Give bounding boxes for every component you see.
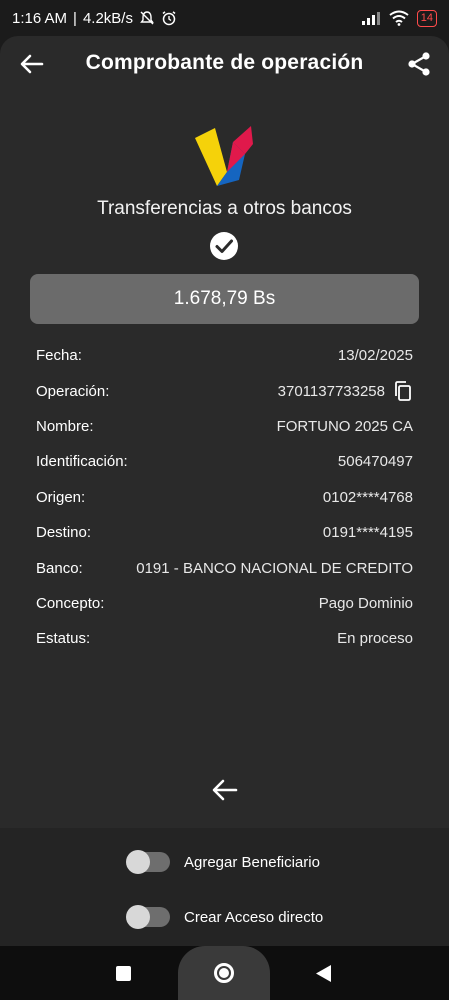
detail-value-group: 3701137733258 — [278, 381, 413, 401]
network-speed: 4.2kB/s — [82, 9, 133, 27]
add-beneficiary-toggle[interactable] — [126, 850, 170, 874]
home-button[interactable] — [178, 946, 270, 1000]
detail-value: Pago Dominio — [318, 594, 413, 612]
signal-icon — [361, 12, 380, 25]
status-separator: | — [73, 9, 77, 27]
create-shortcut-toggle[interactable] — [126, 905, 170, 929]
detail-label: Operación: — [36, 382, 110, 400]
detail-value: 13/02/2025 — [337, 347, 413, 365]
status-bar: 1:16 AM | 4.2kB/s 14 — [0, 0, 449, 36]
share-icon[interactable] — [405, 50, 433, 78]
detail-label: Destino: — [36, 524, 92, 542]
detail-value: FORTUNO 2025 CA — [276, 417, 413, 435]
recents-button[interactable] — [116, 966, 131, 981]
wifi-icon — [389, 10, 409, 26]
bank-logo — [195, 126, 253, 186]
detail-label: Identificación: — [36, 453, 128, 471]
add-beneficiary-option[interactable]: Agregar Beneficiario — [126, 850, 320, 874]
detail-label: Concepto: — [36, 594, 105, 612]
muted-alarm-icon — [140, 11, 154, 25]
amount-box: 1.678,79 Bs — [30, 274, 419, 324]
detail-row-origen: Origen: 0102****4768 — [36, 480, 413, 515]
detail-value: 0102****4768 — [322, 488, 413, 506]
detail-row-operacion: Operación: 3701137733258 — [36, 373, 413, 408]
detail-label: Fecha: — [36, 347, 82, 365]
detail-label: Nombre: — [36, 417, 94, 435]
receipt-screen: Comprobante de operación Transferencias … — [0, 36, 449, 828]
detail-label: Estatus: — [36, 630, 91, 648]
amount-value: 1.678,79 Bs — [173, 288, 276, 309]
top-app-bar: Comprobante de operación — [0, 36, 449, 92]
detail-row-concepto: Concepto: Pago Dominio — [36, 586, 413, 621]
detail-row-destino: Destino: 0191****4195 — [36, 515, 413, 550]
detail-row-estatus: Estatus: En proceso — [36, 621, 413, 656]
home-dot-icon — [219, 968, 229, 978]
create-shortcut-label: Crear Acceso directo — [184, 908, 324, 926]
detail-value: 0191****4195 — [322, 524, 413, 542]
detail-row-identificacion: Identificación: 506470497 — [36, 444, 413, 479]
add-beneficiary-label: Agregar Beneficiario — [184, 853, 320, 871]
nav-back-icon[interactable] — [316, 965, 332, 982]
toggle-knob — [126, 905, 150, 929]
detail-value: 0191 - BANCO NACIONAL DE CREDITO — [136, 559, 413, 577]
toggle-knob — [126, 850, 150, 874]
detail-row-fecha: Fecha: 13/02/2025 — [36, 338, 413, 373]
copy-icon[interactable] — [393, 381, 413, 401]
detail-row-banco: Banco: 0191 - BANCO NACIONAL DE CREDITO — [36, 550, 413, 585]
receipt-details: Fecha: 13/02/2025 Operación: 37011377332… — [36, 338, 413, 657]
battery-indicator: 14 — [416, 9, 437, 27]
status-value: En proceso — [337, 630, 413, 648]
back-arrow-icon[interactable] — [210, 776, 240, 804]
detail-row-nombre: Nombre: FORTUNO 2025 CA — [36, 409, 413, 444]
detail-value: 506470497 — [337, 453, 413, 471]
page-title: Comprobante de operación — [85, 51, 364, 74]
create-shortcut-option[interactable]: Crear Acceso directo — [126, 905, 324, 929]
operation-number: 3701137733258 — [277, 382, 385, 400]
detail-label: Banco: — [36, 559, 83, 577]
alarm-icon — [162, 11, 176, 26]
transfer-type: Transferencias a otros bancos — [97, 198, 352, 219]
options-panel: Agregar Beneficiario Crear Acceso direct… — [0, 828, 449, 946]
detail-label: Origen: — [36, 488, 86, 506]
success-check-icon — [210, 232, 238, 260]
status-time: 1:16 AM — [12, 9, 68, 27]
